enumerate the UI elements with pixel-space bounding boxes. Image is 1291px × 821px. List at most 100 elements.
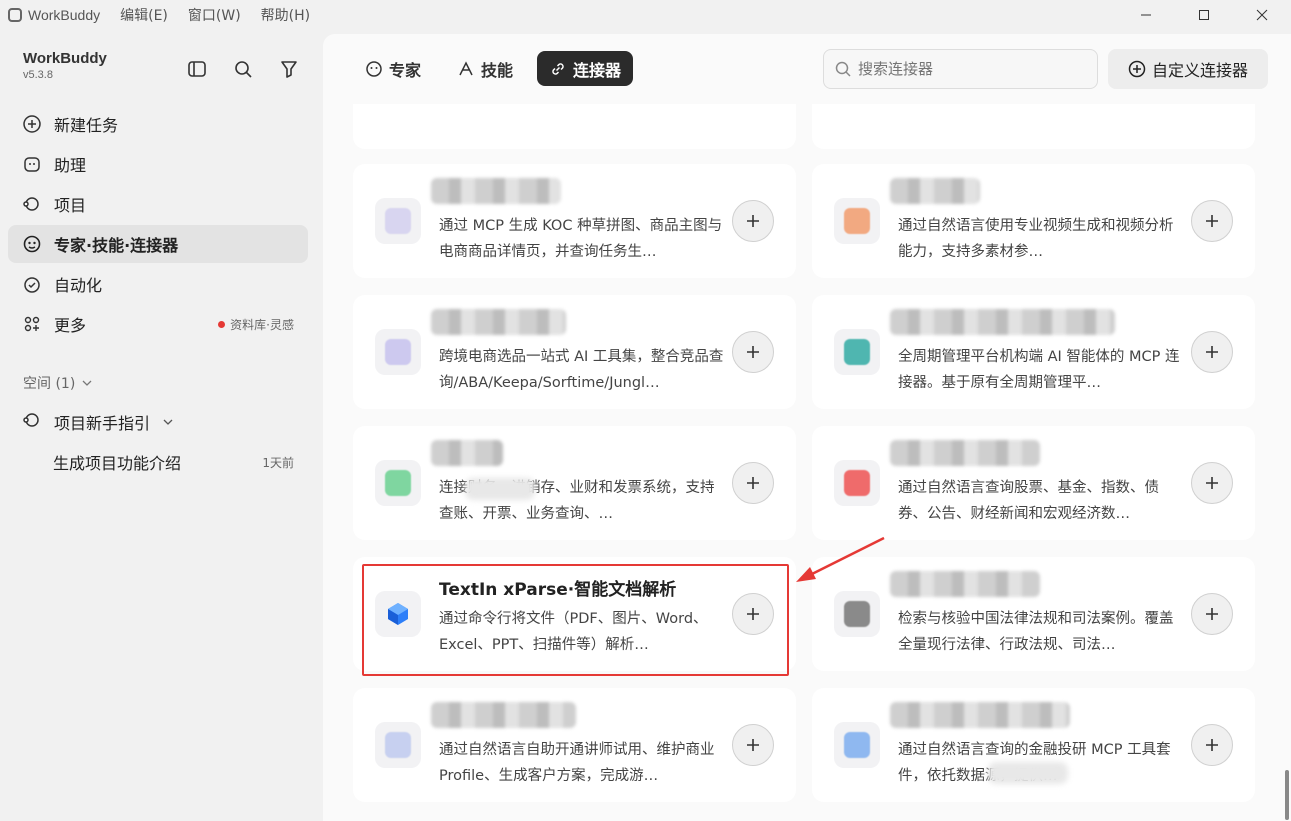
blurred-title: [890, 440, 1040, 466]
connector-description: 通过自然语言自助开通讲师试用、维护商业 Profile、生成客户方案，完成游…: [439, 742, 715, 784]
add-connector-button[interactable]: [732, 724, 774, 766]
sidebar-item-new-task[interactable]: 新建任务: [8, 105, 308, 143]
textin-cube-icon: [388, 603, 408, 625]
filter-button[interactable]: [278, 58, 300, 80]
connector-description: 全周期管理平台机构端 AI 智能体的 MCP 连接器。基于原有全周期管理平…: [898, 349, 1180, 391]
badge-text: 资料库·灵感: [230, 317, 294, 332]
sidebar-item-automation[interactable]: 自动化: [8, 265, 308, 303]
add-connector-button[interactable]: [1191, 331, 1233, 373]
add-connector-button[interactable]: [1191, 200, 1233, 242]
minimize-icon: [1141, 14, 1151, 16]
minimize-button[interactable]: [1117, 0, 1175, 30]
blurred-text: [988, 762, 1068, 784]
sidebar-item-label: 自动化: [54, 276, 103, 295]
toggle-sidebar-button[interactable]: [186, 58, 208, 80]
search-icon: [235, 61, 252, 78]
more-badge: 资料库·灵感: [218, 316, 294, 333]
tab-connectors[interactable]: 连接器: [537, 51, 634, 86]
task-time: 1天前: [262, 455, 294, 470]
connector-card[interactable]: 通过自然语言自助开通讲师试用、维护商业 Profile、生成客户方案，完成游…: [353, 688, 796, 802]
connector-card[interactable]: 跨境电商选品一站式 AI 工具集，整合竞品查询/ABA/Keepa/Sorfti…: [353, 295, 796, 409]
blurred-title: [890, 309, 1115, 335]
menu-help[interactable]: 帮助(H): [261, 5, 310, 25]
connector-card[interactable]: 全周期管理平台机构端 AI 智能体的 MCP 连接器。基于原有全周期管理平…: [812, 295, 1255, 409]
add-connector-button[interactable]: [1191, 462, 1233, 504]
sidebar-item-label: 新建任务: [54, 116, 119, 135]
project-icon: [22, 410, 42, 434]
search-button[interactable]: [232, 58, 254, 80]
tab-skills[interactable]: 技能: [445, 51, 525, 86]
sidebar-item-label: 专家·技能·连接器: [54, 236, 179, 255]
plus-chat-icon: [22, 114, 42, 134]
maximize-icon: [1199, 10, 1209, 20]
connector-description: 通过自然语言查询股票、基金、指数、债券、公告、财经新闻和宏观经济数…: [898, 480, 1159, 522]
connector-description: 通过命令行将文件（PDF、图片、Word、Excel、PPT、扫描件等）解析…: [439, 611, 708, 653]
menu-window[interactable]: 窗口(W): [188, 5, 241, 25]
connector-card[interactable]: 通过自然语言使用专业视频生成和视频分析能力，支持多素材参…: [812, 164, 1255, 278]
search-input[interactable]: [858, 60, 1058, 78]
tab-label: 专家: [389, 60, 422, 80]
connector-card[interactable]: 通过 MCP 生成 KOC 种草拼图、商品主图与电商商品详情页，并查询任务生…: [353, 164, 796, 278]
workbuddy-logo-icon: [8, 8, 22, 22]
connector-logo: [834, 722, 880, 768]
add-connector-button[interactable]: [1191, 724, 1233, 766]
connector-description: 检索与核验中国法律法规和司法案例。覆盖全量现行法律、行政法规、司法…: [898, 611, 1174, 653]
tab-experts[interactable]: 专家: [353, 51, 433, 86]
sidebar-item-more[interactable]: 更多 资料库·灵感: [8, 305, 308, 343]
sidebar-nav: 新建任务 助理 项目 专家·技能·连接器 自动化 更多 资料库·灵感: [8, 105, 308, 345]
connector-description: 通过自然语言使用专业视频生成和视频分析能力，支持多素材参…: [898, 218, 1174, 260]
expert-icon: [22, 234, 42, 254]
skill-icon: [459, 60, 473, 75]
connector-logo: [834, 591, 880, 637]
custom-connector-button[interactable]: 自定义连接器: [1108, 49, 1268, 89]
plus-icon: [747, 346, 759, 358]
plus-icon: [747, 739, 759, 751]
connector-description: 通过 MCP 生成 KOC 种草拼图、商品主图与电商商品详情页，并查询任务生…: [439, 218, 723, 260]
scrollbar-thumb[interactable]: [1285, 770, 1289, 820]
connector-card[interactable]: 通过自然语言查询股票、基金、指数、债券、公告、财经新闻和宏观经济数…: [812, 426, 1255, 540]
blurred-title: [890, 702, 1070, 728]
connector-description: 跨境电商选品一站式 AI 工具集，整合竞品查询/ABA/Keepa/Sorfti…: [439, 349, 724, 391]
blurred-title: [431, 440, 503, 466]
sidebar-item-project[interactable]: 项目: [8, 185, 308, 223]
plus-icon: [747, 215, 759, 227]
add-connector-button[interactable]: [732, 593, 774, 635]
connector-grid: 通过 MCP 生成 KOC 种草拼图、商品主图与电商商品详情页，并查询任务生… …: [353, 104, 1255, 821]
main-panel: 专家 技能 连接器 自定义连接器 通过 MCP 生成 KOC 种草拼图、商品主图…: [323, 34, 1291, 821]
sidebar-item-label: 项目: [54, 196, 87, 215]
task-name: 生成项目功能介绍: [53, 454, 182, 473]
connector-card[interactable]: [812, 104, 1255, 149]
sidebar-item-assistant[interactable]: 助理: [8, 145, 308, 183]
add-connector-button[interactable]: [732, 200, 774, 242]
add-connector-button[interactable]: [732, 331, 774, 373]
plus-icon: [747, 477, 759, 489]
scrollbar[interactable]: [1285, 130, 1289, 820]
connector-card[interactable]: [353, 104, 796, 149]
close-button[interactable]: [1233, 0, 1291, 30]
chevron-down-icon: [163, 419, 173, 425]
sidebar-icon: [188, 61, 206, 77]
custom-button-label: 自定义连接器: [1151, 61, 1248, 80]
add-connector-button[interactable]: [732, 462, 774, 504]
connector-card-textin[interactable]: TextIn xParse·智能文档解析 通过命令行将文件（PDF、图片、Wor…: [353, 557, 796, 671]
maximize-button[interactable]: [1175, 0, 1233, 30]
task-item[interactable]: 生成项目功能介绍 1天前: [8, 442, 308, 482]
sidebar-item-experts[interactable]: 专家·技能·连接器: [8, 225, 308, 263]
space-header[interactable]: 空间 (1): [23, 373, 93, 393]
project-name: 项目新手指引: [54, 414, 151, 433]
grid-icon: [22, 314, 42, 334]
search-box[interactable]: [823, 49, 1098, 89]
blurred-logo-icon: [844, 601, 870, 627]
connector-card[interactable]: 通过自然语言查询的金融投研 MCP 工具套件，依托数据源，提供…: [812, 688, 1255, 802]
menu-edit[interactable]: 编辑(E): [120, 5, 168, 25]
window-controls: [1117, 0, 1291, 30]
add-connector-button[interactable]: [1191, 593, 1233, 635]
connector-card[interactable]: 检索与核验中国法律法规和司法案例。覆盖全量现行法律、行政法规、司法…: [812, 557, 1255, 671]
plus-icon: [1206, 477, 1218, 489]
project-item[interactable]: 项目新手指引: [8, 402, 308, 442]
chevron-down-icon: [82, 380, 92, 386]
funnel-icon: [281, 61, 297, 78]
connector-card[interactable]: 连接财务、进销存、业财和发票系统，支持查账、开票、业务查询、…: [353, 426, 796, 540]
connector-title: TextIn xParse·智能文档解析: [439, 580, 677, 600]
app-name: WorkBuddy: [28, 7, 101, 23]
